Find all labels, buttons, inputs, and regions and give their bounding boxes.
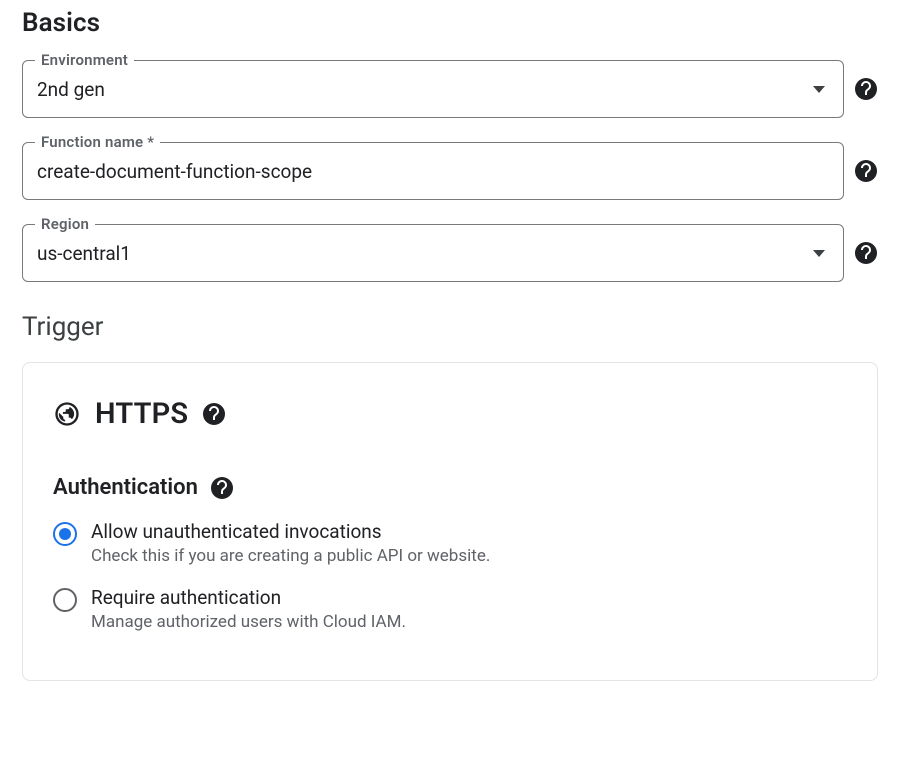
environment-label: Environment	[35, 51, 134, 69]
radio-description: Manage authorized users with Cloud IAM.	[91, 612, 406, 632]
radio-description: Check this if you are creating a public …	[91, 546, 490, 566]
environment-value: 2nd gen	[37, 78, 805, 101]
auth-option-allow-unauth[interactable]: Allow unauthenticated invocations Check t…	[53, 520, 847, 566]
radio-texts: Require authentication Manage authorized …	[91, 586, 406, 632]
region-help-button[interactable]	[854, 241, 878, 265]
trigger-type-label: HTTPS	[95, 397, 188, 431]
help-icon	[854, 159, 878, 183]
globe-icon	[53, 400, 81, 428]
function-name-label: Function name *	[35, 133, 160, 151]
radio-icon	[53, 588, 77, 612]
trigger-card: HTTPS Authentication Allow unauthenticat…	[22, 362, 878, 681]
function-name-help-button[interactable]	[854, 159, 878, 183]
region-label: Region	[35, 215, 95, 233]
help-icon	[210, 476, 234, 500]
function-name-field-wrapper: Function name *	[22, 142, 844, 200]
function-name-input[interactable]	[37, 160, 825, 183]
radio-label: Allow unauthenticated invocations	[91, 520, 490, 543]
region-select[interactable]: Region us-central1	[22, 224, 844, 282]
basics-header: Basics	[22, 8, 878, 38]
region-value: us-central1	[37, 242, 805, 265]
environment-select[interactable]: Environment 2nd gen	[22, 60, 844, 118]
environment-help-button[interactable]	[854, 77, 878, 101]
help-icon	[854, 241, 878, 265]
chevron-down-icon	[813, 250, 825, 257]
trigger-type-help-button[interactable]	[202, 402, 226, 426]
auth-option-require-auth[interactable]: Require authentication Manage authorized …	[53, 586, 847, 632]
chevron-down-icon	[813, 86, 825, 93]
radio-icon	[53, 522, 77, 546]
radio-texts: Allow unauthenticated invocations Check t…	[91, 520, 490, 566]
help-icon	[202, 402, 226, 426]
authentication-help-button[interactable]	[210, 476, 234, 500]
authentication-heading: Authentication	[53, 475, 198, 500]
help-icon	[854, 77, 878, 101]
radio-label: Require authentication	[91, 586, 406, 609]
trigger-header: Trigger	[22, 312, 878, 342]
